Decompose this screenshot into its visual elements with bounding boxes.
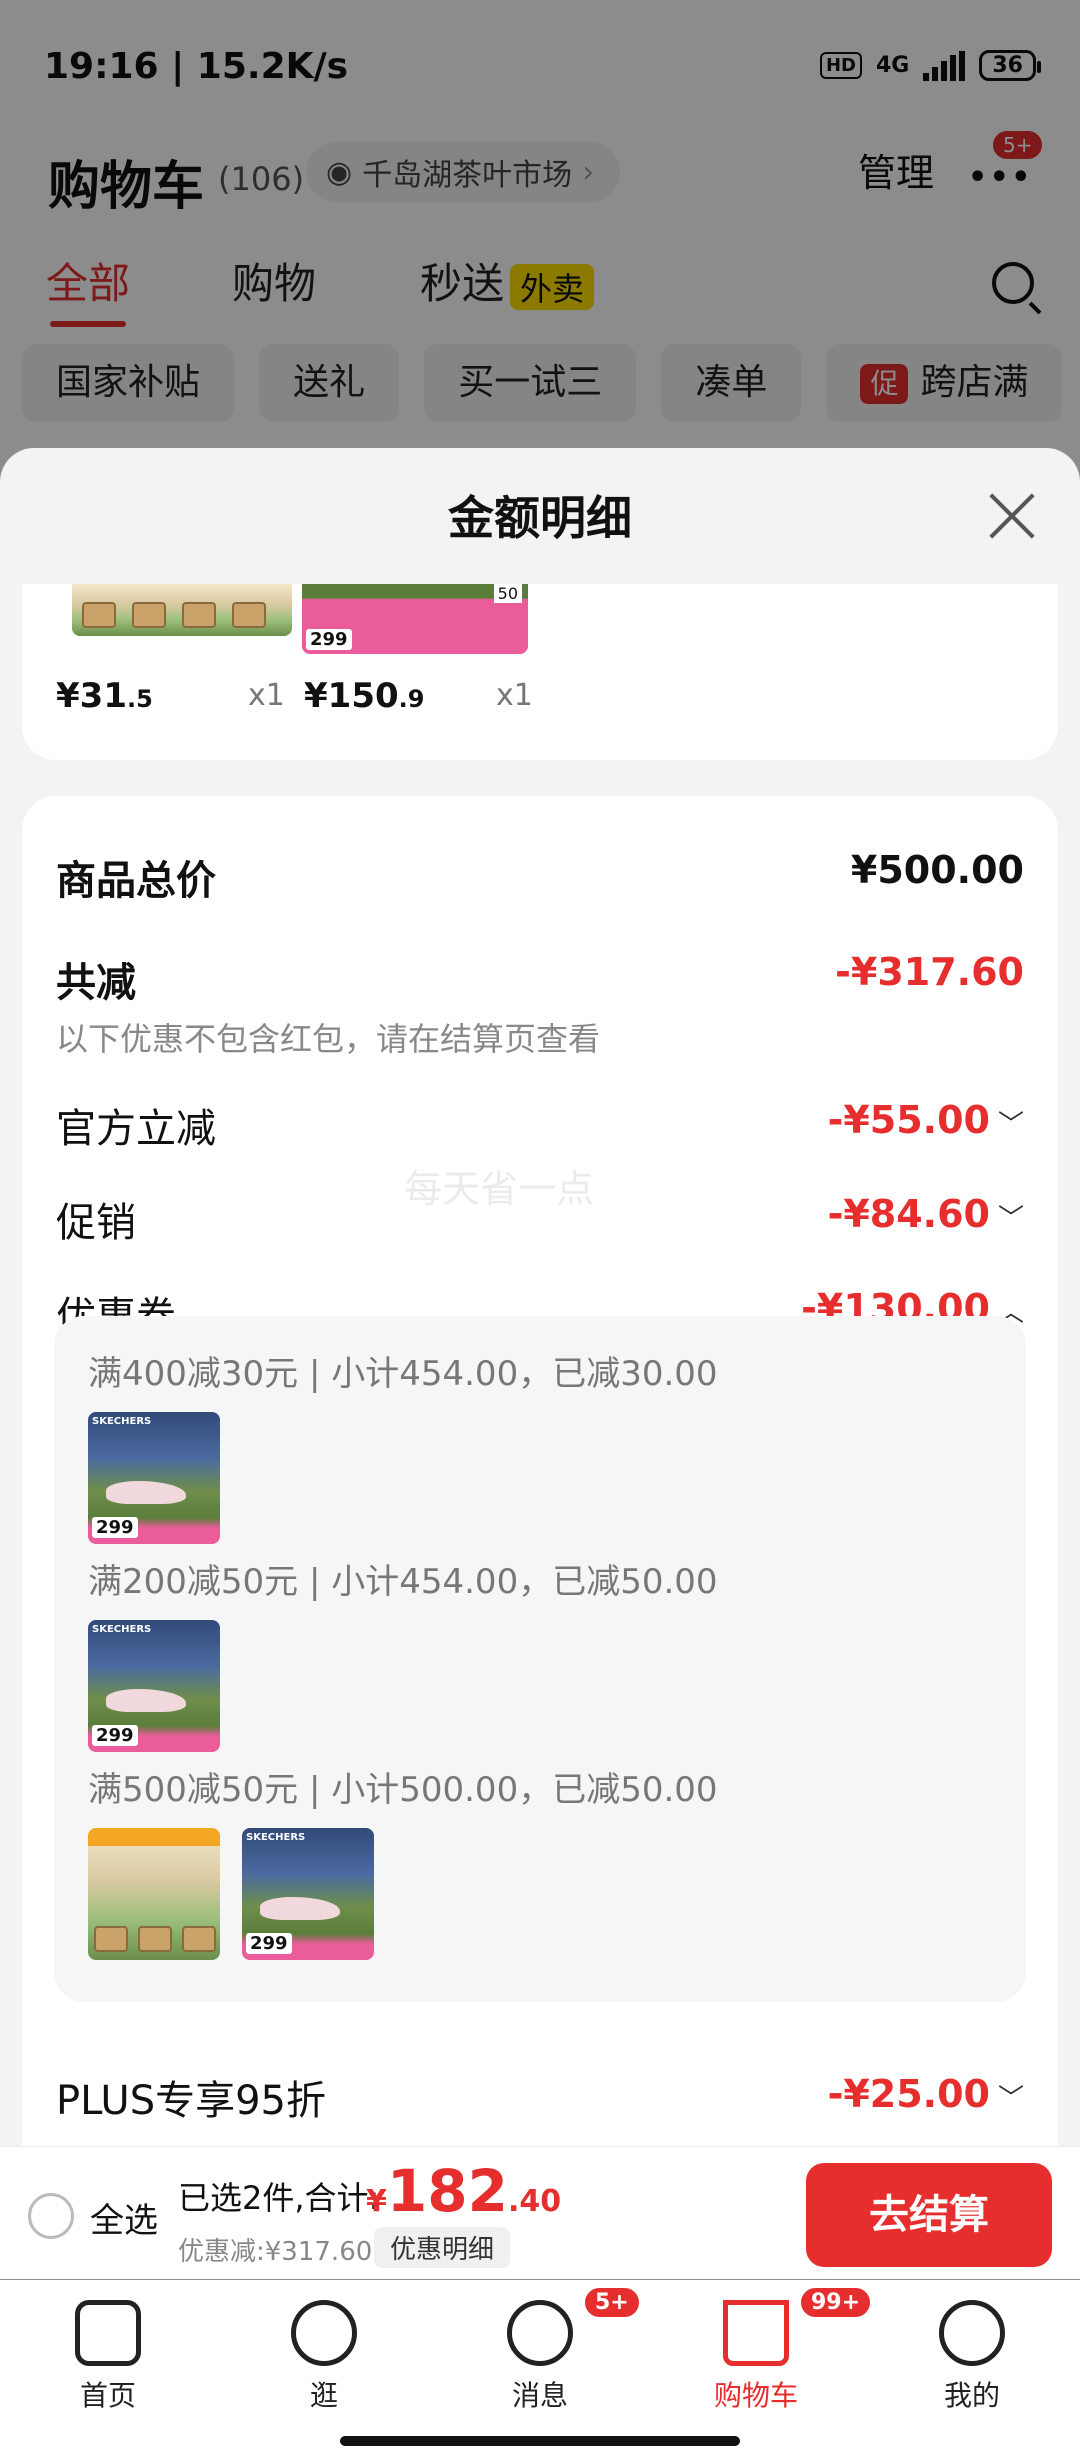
item-qty: x1 <box>496 678 533 713</box>
message-icon: 5+ <box>507 2285 642 2366</box>
checkout-bar: 全选 已选2件,合计: ¥182.40 优惠减:¥317.60 优惠明细 去结算 <box>0 2146 1080 2279</box>
plus-discount-value[interactable]: -¥25.00 ﹀ <box>828 2072 1024 2116</box>
nav-label: 首页 <box>79 2379 136 2412</box>
discount-detail-button[interactable]: 优惠明细 <box>374 2227 511 2268</box>
profile-icon <box>939 2300 1005 2366</box>
coupon-rule: 满200减50元 | 小计454.00，已减50.00 <box>88 1562 718 1602</box>
item-qty: x1 <box>248 678 285 713</box>
home-icon <box>75 2300 141 2366</box>
select-all-radio[interactable] <box>28 2193 74 2239</box>
total-reduce-label: 共减 <box>56 960 136 1006</box>
selected-summary: 已选2件,合计: <box>178 2179 380 2217</box>
product-thumb-shoe[interactable]: SKECHERS 299 <box>242 1828 374 1960</box>
nav-label: 消息 <box>511 2379 568 2412</box>
home-indicator <box>340 2436 740 2446</box>
promotion-label[interactable]: 促销 <box>56 1190 136 1248</box>
official-discount-label[interactable]: 官方立减 <box>56 1096 216 1154</box>
promotion-value[interactable]: -¥84.60 ﹀ <box>828 1192 1024 1236</box>
coupon-rule: 满500减50元 | 小计500.00，已减50.00 <box>88 1770 718 1810</box>
reduce-note: 以下优惠不包含红包，请在结算页查看 <box>56 1020 601 1058</box>
nav-label: 我的 <box>943 2379 1000 2412</box>
bottom-nav: 首页 逛 5+ 消息 99+ 购物车 我的 <box>0 2280 1080 2460</box>
official-discount-value[interactable]: -¥55.00 ﹀ <box>828 1098 1024 1142</box>
nav-label: 逛 <box>309 2379 338 2412</box>
select-all-label[interactable]: 全选 <box>90 2193 158 2242</box>
chevron-down-icon: ﹀ <box>997 2084 1024 2114</box>
chevron-down-icon: ﹀ <box>997 1204 1024 1234</box>
amount-detail-sheet: 金额明细 299 50 ¥31.5 x1 ¥150.9 x1 商品总价 ¥500… <box>0 448 1080 2148</box>
nav-label: 购物车 <box>713 2379 798 2412</box>
item-price: ¥31.5 <box>56 676 153 716</box>
nav-cart[interactable]: 99+ 购物车 <box>686 2285 874 2414</box>
total-price-value: ¥500.00 <box>850 848 1024 892</box>
product-thumb-shoe[interactable]: 299 50 <box>302 584 528 654</box>
message-badge: 5+ <box>582 2285 642 2320</box>
item-price: ¥150.9 <box>304 676 425 716</box>
sheet-title: 金额明细 <box>448 491 632 545</box>
cart-badge: 99+ <box>798 2285 874 2320</box>
coupon-rule: 满400减30元 | 小计454.00，已减30.00 <box>88 1354 718 1394</box>
total-reduce-value: -¥317.60 <box>835 950 1024 994</box>
total-amount: ¥182.40 <box>366 2157 562 2225</box>
item-preview-card: 299 50 ¥31.5 x1 ¥150.9 x1 <box>22 584 1058 760</box>
browse-icon <box>291 2300 357 2366</box>
plus-discount-label[interactable]: PLUS专享95折 <box>56 2068 326 2126</box>
cart-icon: 99+ <box>723 2285 874 2366</box>
discount-summary: 优惠减:¥317.60 <box>178 2237 373 2267</box>
close-icon[interactable] <box>988 492 1036 540</box>
product-thumb-shoe[interactable]: SKECHERS 299 <box>88 1412 220 1544</box>
thumb-tag: 50 <box>493 584 522 603</box>
thumb-price: 299 <box>306 629 352 650</box>
product-thumb-food[interactable] <box>72 584 292 636</box>
watermark: 每天省一点 <box>404 1167 595 1211</box>
nav-messages[interactable]: 5+ 消息 <box>470 2285 642 2414</box>
price-breakdown-card: 商品总价 ¥500.00 共减 -¥317.60 以下优惠不包含红包，请在结算页… <box>22 796 1058 2148</box>
nav-profile[interactable]: 我的 <box>902 2300 1042 2414</box>
chevron-down-icon: ﹀ <box>997 1110 1024 1140</box>
coupon-details: 满400减30元 | 小计454.00，已减30.00 SKECHERS 299 … <box>54 1316 1026 2002</box>
checkout-button[interactable]: 去结算 <box>806 2163 1052 2267</box>
nav-browse[interactable]: 逛 <box>254 2300 394 2414</box>
nav-home[interactable]: 首页 <box>38 2300 178 2414</box>
total-price-label: 商品总价 <box>56 858 216 904</box>
product-thumb-food[interactable] <box>88 1828 220 1960</box>
product-thumb-shoe[interactable]: SKECHERS 299 <box>88 1620 220 1752</box>
